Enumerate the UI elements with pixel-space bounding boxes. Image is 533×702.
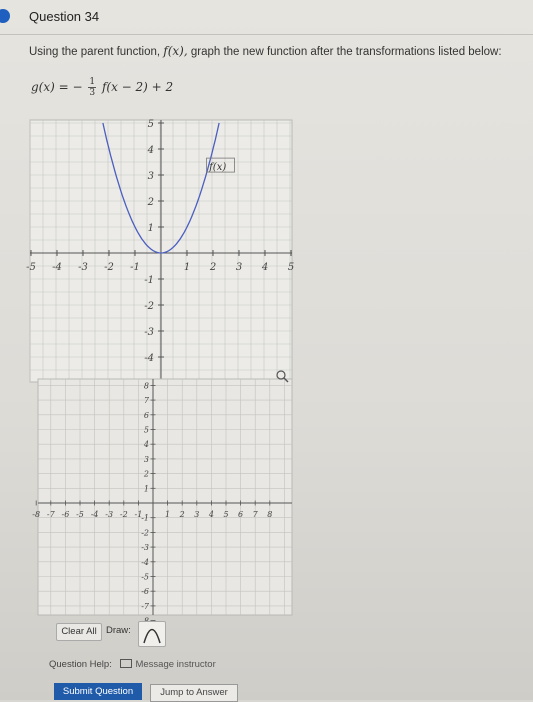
y-tick-label: -5 (141, 573, 149, 582)
x-tick-label: -5 (76, 510, 84, 519)
submit-question-button[interactable]: Submit Question (54, 683, 142, 700)
x-tick-label: 6 (238, 510, 243, 519)
answer-graph[interactable]: -8 -7 -6 -5 -4 -3 -2 -1 1 2 3 4 5 6 7 887654321-1-2-3-4… (0, 0, 533, 700)
y-tick-label: 8 (144, 381, 149, 390)
y-tick-label: 5 (144, 426, 149, 435)
x-tick-label: 3 (194, 510, 199, 519)
question-help: Question Help: Message instructor (49, 658, 216, 670)
y-tick-label: -7 (141, 602, 150, 611)
answer-graph-background (37, 378, 293, 616)
x-tick-label: -3 (105, 510, 113, 519)
y-tick-label: -2 (141, 528, 149, 537)
y-tick-label: -3 (141, 543, 149, 552)
jump-to-answer-button[interactable]: Jump to Answer (150, 684, 238, 702)
x-tick-label: -2 (120, 510, 128, 519)
y-tick-label: -1 (141, 514, 149, 523)
x-tick-label: 4 (208, 510, 214, 519)
x-tick-label: -6 (62, 510, 70, 519)
question-page: Question 34 Using the parent function, f… (0, 0, 533, 702)
parabola-tool-icon (143, 628, 161, 644)
parabola-tool-button[interactable] (138, 621, 166, 647)
y-tick-label: 6 (144, 411, 149, 420)
x-tick-label: -4 (91, 510, 99, 519)
draw-label: Draw: (106, 625, 131, 636)
y-tick-label: -6 (141, 587, 149, 596)
magnifier-lens (276, 370, 286, 380)
message-instructor-link[interactable]: Message instructor (120, 659, 216, 670)
envelope-icon (120, 659, 133, 668)
y-tick-label: 1 (144, 484, 149, 493)
x-tick-label: -7 (47, 510, 56, 519)
x-tick-label: -8 (32, 510, 40, 519)
x-tick-label: 8 (267, 510, 272, 519)
x-tick-label: 1 (165, 510, 170, 519)
x-tick-label: 5 (223, 510, 228, 519)
y-tick-label: 3 (144, 455, 149, 464)
y-tick-label: 2 (143, 470, 149, 479)
help-label: Question Help: (49, 659, 112, 670)
clear-all-button[interactable]: Clear All (56, 623, 102, 641)
message-instructor-label: Message instructor (135, 659, 216, 670)
y-tick-label: -4 (141, 558, 149, 567)
y-tick-label: 4 (143, 440, 149, 449)
x-tick-label: 2 (179, 510, 185, 519)
